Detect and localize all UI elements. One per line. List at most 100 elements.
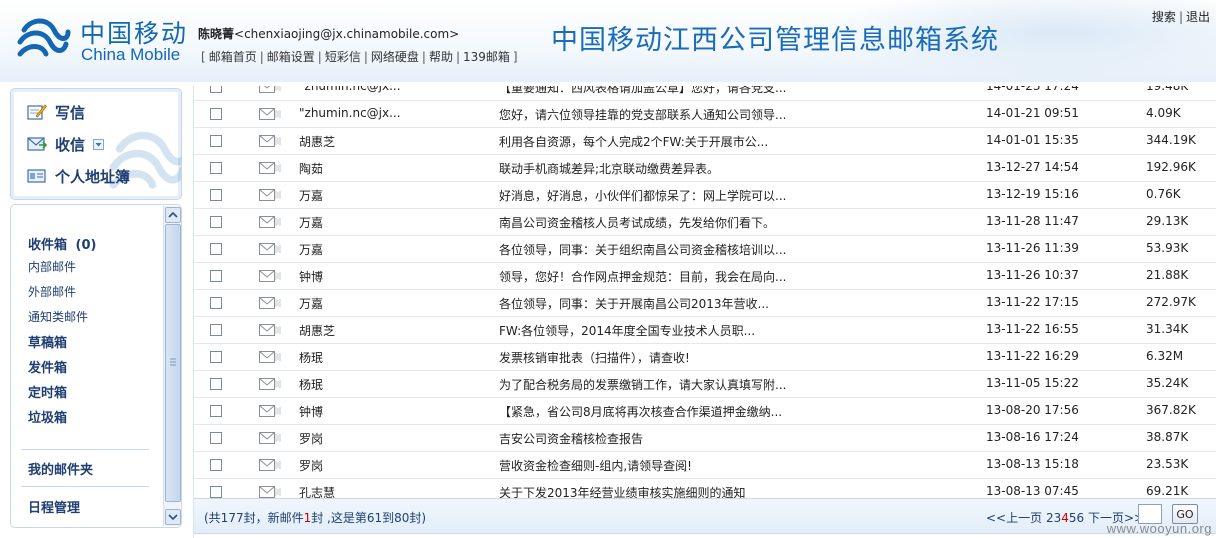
mail-select-checkbox[interactable] xyxy=(210,108,222,120)
mail-subject[interactable]: FW:各位领导，2014年度全国专业技术人员职... xyxy=(499,322,755,339)
mail-row[interactable]: 万嘉 各位领导，同事：关于开展南昌公司2013年营收... 13-11-22 17:… xyxy=(194,290,1216,317)
subfolder-external[interactable]: 外部邮件 xyxy=(28,283,76,300)
nav-sms-mms[interactable]: 短彩信 xyxy=(325,50,361,64)
page-link-6[interactable]: 6 xyxy=(1077,511,1085,525)
mail-row[interactable]: 罗岗 吉安公司资金稽核检查报告 13-08-16 17:24 38.87K xyxy=(194,425,1216,452)
mail-date: 13-11-22 16:29 xyxy=(986,349,1079,363)
mail-select-checkbox[interactable] xyxy=(210,270,222,282)
mail-size: 35.24K xyxy=(1146,376,1189,390)
nav-mail-home[interactable]: 邮箱首页 xyxy=(209,50,257,64)
envelope-icon xyxy=(259,297,283,309)
mail-select-checkbox[interactable] xyxy=(210,162,222,174)
mail-row[interactable]: "zhumin.nc@jx... 【重要通知：西风表格请加盖公章】您好，请各党支.… xyxy=(194,86,1216,101)
mail-row[interactable]: 陶茹 联动手机商城差异;北京联动缴费差异表。 13-12-27 14:54 192.9… xyxy=(194,155,1216,182)
mail-row[interactable]: 罗岗 营收资金检查细则-组内,请领导查阅! 13-08-13 15:18 23.53K xyxy=(194,452,1216,479)
mail-subject[interactable]: 各位领导，同事：关于开展南昌公司2013年营收... xyxy=(499,295,769,312)
mail-subject[interactable]: 【紧急，省公司8月底将再次核查合作渠道押金缴纳... xyxy=(499,403,782,420)
mail-select-checkbox[interactable] xyxy=(210,432,222,444)
schedule-link[interactable]: 日程管理 xyxy=(28,497,80,516)
mail-subject[interactable]: 好消息，好消息，小伙伴们都惊呆了：网上学院可以... xyxy=(499,187,786,204)
mail-subject[interactable]: 利用各自资源，每个人完成2个FW:关于开展市公... xyxy=(499,133,768,150)
mail-subject[interactable]: 各位领导，同事：关于组织南昌公司资金稽核培训以... xyxy=(499,241,786,258)
my-folders-link[interactable]: 我的邮件夹 xyxy=(28,459,93,478)
folder-scheduled[interactable]: 定时箱 xyxy=(28,382,67,401)
receive-button[interactable]: 收信 xyxy=(27,133,105,155)
mail-size: 0.76K xyxy=(1146,187,1181,201)
mail-size: 21.88K xyxy=(1146,268,1189,282)
mail-subject[interactable]: 【重要通知：西风表格请加盖公章】您好，请各党支... xyxy=(499,86,786,96)
mail-subject[interactable]: 南昌公司资金稽核人员考试成绩，先发给你们看下。 xyxy=(499,214,775,231)
mail-select-checkbox[interactable] xyxy=(210,243,222,255)
prev-page-link[interactable]: <<上一页 xyxy=(986,511,1042,525)
search-link[interactable]: 搜索 xyxy=(1152,10,1176,24)
nav-139-mail[interactable]: 139邮箱 xyxy=(463,50,510,64)
page-link-5[interactable]: 5 xyxy=(1069,511,1077,525)
mail-row[interactable]: 钟博 领导，您好！合作网点押金规范：目前，我会在局向... 13-11-26 10:… xyxy=(194,263,1216,290)
folder-inbox[interactable]: 收件箱 (0) xyxy=(28,234,96,253)
contacts-button[interactable]: 个人地址簿 xyxy=(27,165,130,187)
mail-row[interactable]: 万嘉 好消息，好消息，小伙伴们都惊呆了：网上学院可以... 13-12-19 15:… xyxy=(194,182,1216,209)
subfolder-notifications[interactable]: 通知类邮件 xyxy=(28,308,88,325)
mail-select-checkbox[interactable] xyxy=(210,216,222,228)
mail-row[interactable]: "zhumin.nc@jx... 您好，请六位领导挂靠的党支部联系人通知公司领导.… xyxy=(194,101,1216,128)
mail-select-checkbox[interactable] xyxy=(210,351,222,363)
mail-select-checkbox[interactable] xyxy=(210,486,222,498)
mail-select-checkbox[interactable] xyxy=(210,297,222,309)
mail-select-checkbox[interactable] xyxy=(210,378,222,390)
mail-size: 19.48K xyxy=(1146,86,1189,93)
mail-subject[interactable]: 领导，您好！合作网点押金规范：目前，我会在局向... xyxy=(499,268,786,285)
compose-button[interactable]: 写信 xyxy=(27,101,85,123)
mail-sender: 钟博 xyxy=(299,270,324,284)
mail-subject[interactable]: 吉安公司资金稽核检查报告 xyxy=(499,430,643,447)
receive-dropdown-icon[interactable] xyxy=(93,138,105,150)
user-name: 陈晓菁 xyxy=(198,27,235,41)
mail-row[interactable]: 钟博 【紧急，省公司8月底将再次核查合作渠道押金缴纳... 13-08-20 17:… xyxy=(194,398,1216,425)
mail-select-checkbox[interactable] xyxy=(210,86,222,93)
envelope-icon xyxy=(259,351,283,363)
scroll-thumb[interactable] xyxy=(165,224,181,502)
mail-select-checkbox[interactable] xyxy=(210,135,222,147)
mail-date: 13-11-28 11:47 xyxy=(986,214,1079,228)
sidebar-scrollbar[interactable] xyxy=(163,206,181,526)
folder-drafts[interactable]: 草稿箱 xyxy=(28,332,67,351)
inbox-label: 收件箱 xyxy=(28,238,68,253)
mail-row[interactable]: 万嘉 各位领导，同事：关于组织南昌公司资金稽核培训以... 13-11-26 11:… xyxy=(194,236,1216,263)
mail-sender: 万嘉 xyxy=(299,297,324,311)
nav-network-disk[interactable]: 网络硬盘 xyxy=(371,50,419,64)
nav-help[interactable]: 帮助 xyxy=(429,50,453,64)
mail-sender: 万嘉 xyxy=(299,243,324,257)
page-link-2[interactable]: 2 xyxy=(1046,511,1054,525)
nav-mail-settings[interactable]: 邮箱设置 xyxy=(267,50,315,64)
folder-trash[interactable]: 垃圾箱 xyxy=(28,407,67,426)
scroll-down-button[interactable] xyxy=(165,509,181,525)
nav-separator: | xyxy=(455,50,460,64)
mail-select-checkbox[interactable] xyxy=(210,459,222,471)
mail-select-checkbox[interactable] xyxy=(210,324,222,336)
mail-subject[interactable]: 您好，请六位领导挂靠的党支部联系人通知公司领导... xyxy=(499,106,786,123)
folder-outbox[interactable]: 发件箱 xyxy=(28,357,67,376)
mail-row[interactable]: 杨珉 为了配合税务局的发票缴销工作，请大家认真填写附... 13-11-05 15:… xyxy=(194,371,1216,398)
receive-label: 收信 xyxy=(55,135,86,154)
user-email: <chenxiaojing@jx.chinamobile.com> xyxy=(234,27,460,41)
mail-row[interactable]: 胡惠芝 FW:各位领导，2014年度全国专业技术人员职... 13-11-22 16… xyxy=(194,317,1216,344)
mail-size: 31.34K xyxy=(1146,322,1189,336)
mail-sender: 钟博 xyxy=(299,405,324,419)
mail-table: "zhumin.nc@jx... 【重要通知：西风表格请加盖公章】您好，请各党支.… xyxy=(194,86,1216,506)
mail-select-checkbox[interactable] xyxy=(210,405,222,417)
mail-row[interactable]: 胡惠芝 利用各自资源，每个人完成2个FW:关于开展市公... 14-01-01 15… xyxy=(194,128,1216,155)
page-link-current[interactable]: 4 xyxy=(1061,511,1069,525)
mail-row[interactable]: 杨珉 发票核销审批表（扫描件），请查收! 13-11-22 16:29 6.32M xyxy=(194,344,1216,371)
mail-subject[interactable]: 联动手机商城差异;北京联动缴费差异表。 xyxy=(499,160,719,177)
mail-subject[interactable]: 营收资金检查细则-组内,请领导查阅! xyxy=(499,457,692,474)
mail-date: 14-01-23 17:24 xyxy=(986,86,1079,93)
mail-select-checkbox[interactable] xyxy=(210,189,222,201)
mail-date: 13-11-26 11:39 xyxy=(986,241,1079,255)
mail-subject[interactable]: 发票核销审批表（扫描件），请查收! xyxy=(499,349,690,366)
subfolder-internal[interactable]: 内部邮件 xyxy=(28,258,76,275)
scroll-up-button[interactable] xyxy=(165,207,181,223)
mail-subject[interactable]: 为了配合税务局的发票缴销工作，请大家认真填写附... xyxy=(499,376,786,393)
logout-link[interactable]: 退出 xyxy=(1186,10,1210,24)
mail-row[interactable]: 万嘉 南昌公司资金稽核人员考试成绩，先发给你们看下。 13-11-28 11:47 2… xyxy=(194,209,1216,236)
envelope-icon xyxy=(259,324,283,336)
top-nav: [邮箱首页 | 邮箱设置 | 短彩信 | 网络硬盘 | 帮助 | 139邮箱] xyxy=(198,48,521,65)
